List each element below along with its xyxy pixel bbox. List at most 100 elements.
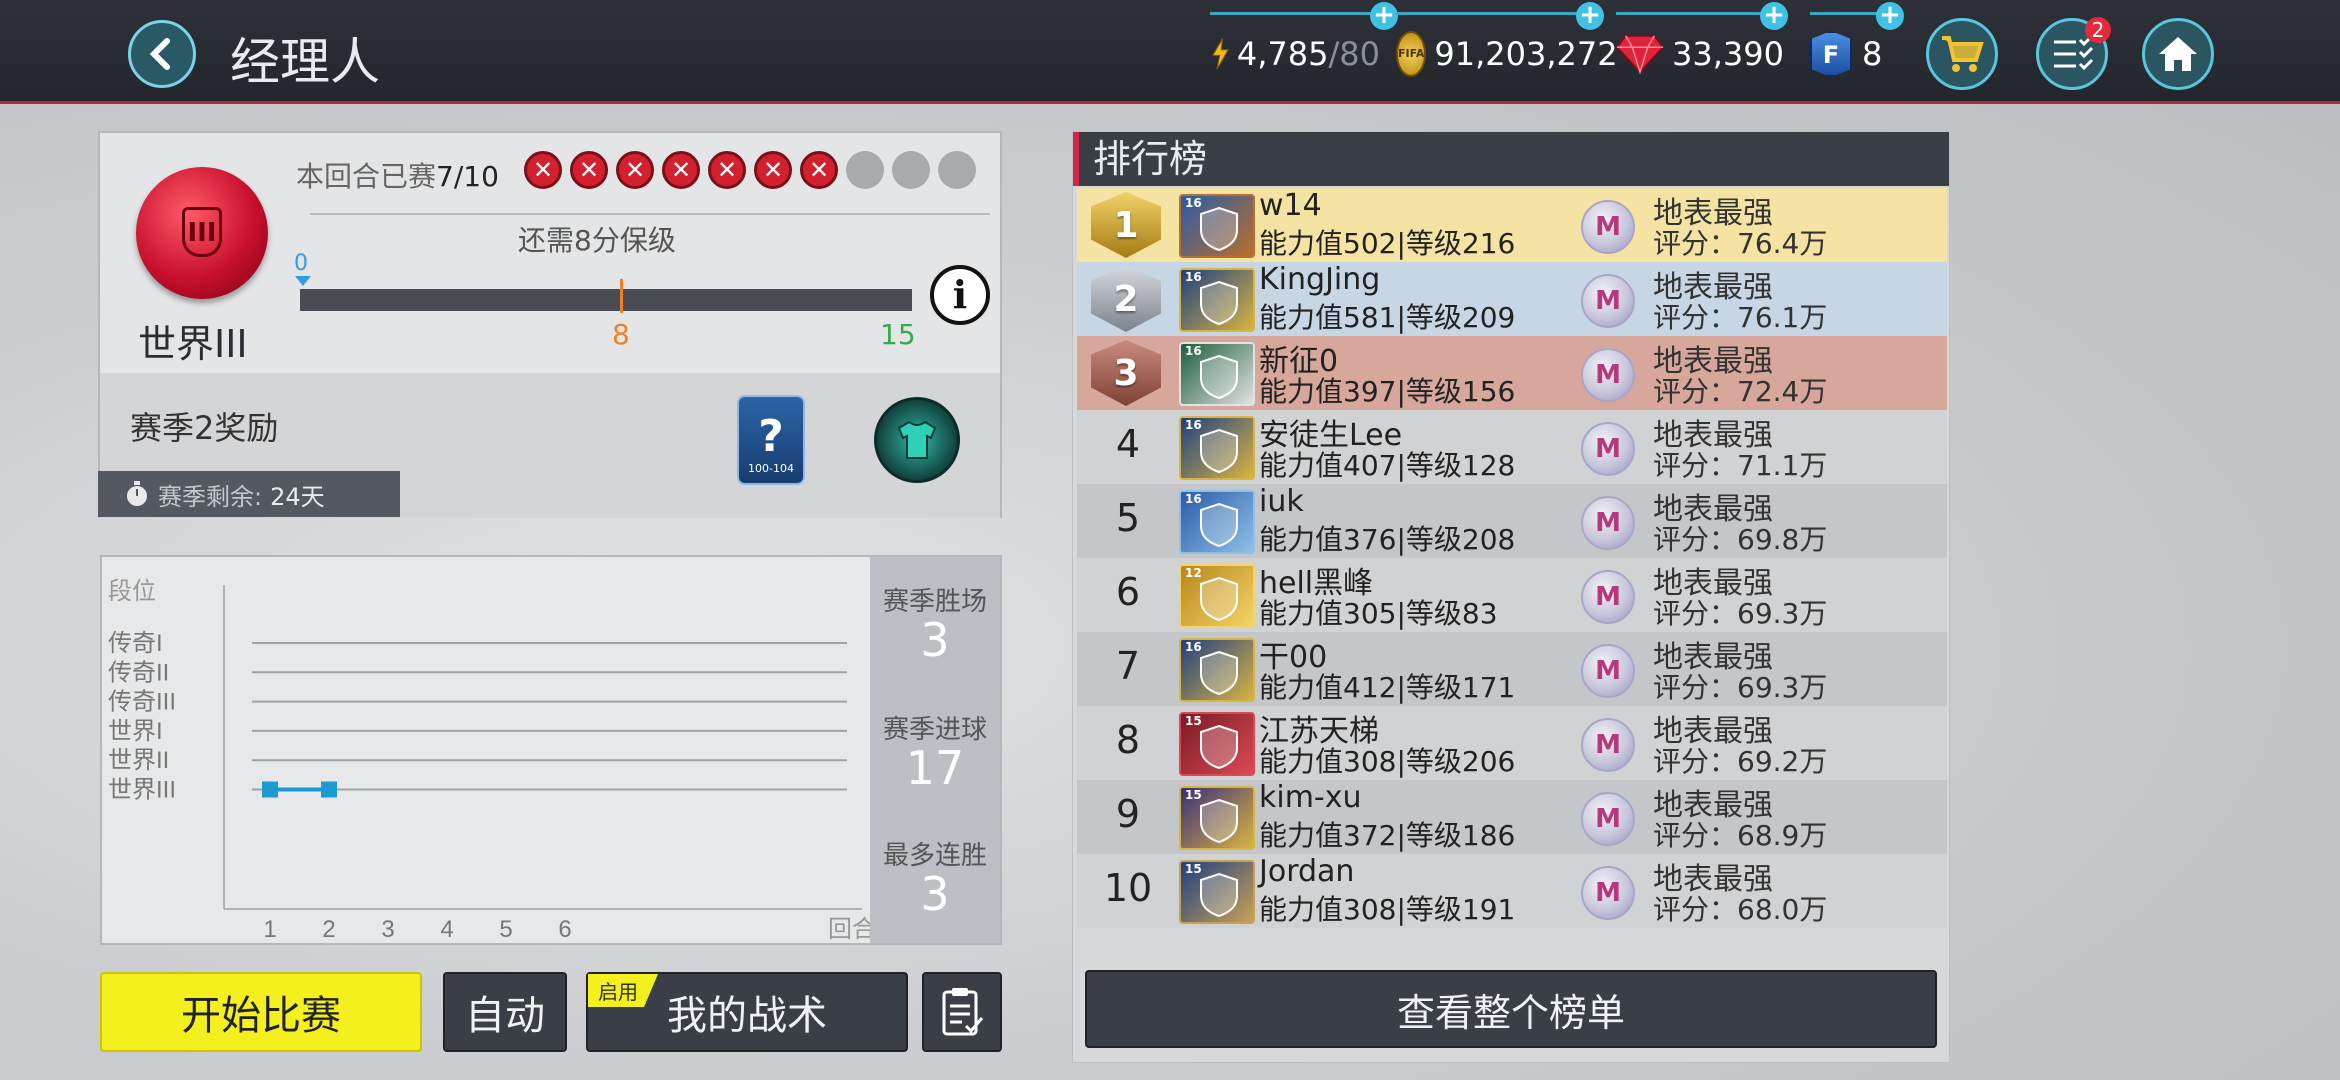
tier-score: 评分：68.9万 <box>1653 819 1828 852</box>
rank-history-chart: 段位 传奇I 传奇II 传奇III 世界I 世界II 世界III 1 2 3 4 5 6 回合 赛季胜场 … <box>100 555 1002 945</box>
leaderboard-panel: 排行榜 1 16 w14 能力值502|等级216 M 地表最强 评分：76.4万 2 16 Ki… <box>1072 131 1950 1063</box>
match-loss-icon: ✕ <box>570 151 608 189</box>
mystery-range: 100-104 <box>748 462 794 475</box>
y-tick-label: 世界I <box>108 718 163 745</box>
leaderboard-row[interactable]: 4 16 安徒生Lee 能力值407|等级128 M 地表最强 评分：71.1万 <box>1077 410 1947 484</box>
back-button[interactable] <box>128 20 196 88</box>
y-tick-label: 世界II <box>108 747 169 774</box>
points-needed: 还需8分保级 <box>518 224 676 257</box>
season-remaining-value: 24天 <box>270 482 325 511</box>
match-pending-icon <box>938 151 976 189</box>
leaderboard-row[interactable]: 1 16 w14 能力值502|等级216 M 地表最强 评分：76.4万 <box>1077 188 1947 262</box>
tier-emblem-icon: M <box>1581 200 1635 254</box>
energy-value: 4,785 <box>1236 35 1329 73</box>
start-match-button[interactable]: 开始比赛 <box>100 972 422 1052</box>
tier-score: 评分：76.1万 <box>1653 301 1828 334</box>
add-coins-button[interactable]: + <box>1576 2 1604 30</box>
clipboard-button[interactable] <box>922 972 1002 1052</box>
store-button[interactable] <box>1926 18 1998 90</box>
division-name: 世界III <box>138 322 248 366</box>
view-full-leaderboard-button[interactable]: 查看整个榜单 <box>1085 970 1937 1048</box>
add-energy-button[interactable]: + <box>1370 2 1398 30</box>
match-pending-icon <box>892 151 930 189</box>
match-loss-icon: ✕ <box>800 151 838 189</box>
player-avatar: 15 <box>1179 860 1255 924</box>
match-loss-icon: ✕ <box>616 151 654 189</box>
leaderboard-row[interactable]: 9 15 kim-xu 能力值372|等级186 M 地表最强 评分：68.9万 <box>1077 780 1947 854</box>
team-crest-icon <box>1200 354 1238 400</box>
player-name: w14 <box>1259 188 1322 223</box>
team-crest-icon <box>1200 502 1238 548</box>
rounds-played: 本回合已赛7/10 <box>296 155 499 195</box>
coin-value: 91,203,272 <box>1434 35 1618 73</box>
info-button[interactable]: i <box>930 265 990 325</box>
add-fifa-points-button[interactable]: + <box>1876 2 1904 30</box>
division-emblem-icon: III <box>182 207 222 257</box>
leaderboard-row[interactable]: 7 16 干00 能力值412|等级171 M 地表最强 评分：69.3万 <box>1077 632 1947 706</box>
gem-icon <box>1616 34 1665 75</box>
played-value: 7/10 <box>436 160 499 193</box>
team-crest-icon <box>1200 650 1238 696</box>
my-tactics-button[interactable]: 启用 我的战术 <box>586 972 908 1052</box>
tier-emblem-icon: M <box>1581 718 1635 772</box>
team-crest-icon <box>1200 798 1238 844</box>
tier-emblem-icon: M <box>1581 570 1635 624</box>
reward-title: 赛季2奖励 <box>130 409 279 447</box>
leaderboard-row[interactable]: 3 16 新征0 能力值397|等级156 M 地表最强 评分：72.4万 <box>1077 336 1947 410</box>
kit-reward[interactable] <box>874 397 960 483</box>
coin-counter: + FIFA 91,203,272 <box>1396 2 1618 78</box>
leaderboard-row[interactable]: 6 12 hell黑峰 能力值305|等级83 M 地表最强 评分：69.3万 <box>1077 558 1947 632</box>
energy-line <box>1210 12 1380 15</box>
tier-score: 评分：69.8万 <box>1653 523 1828 556</box>
checklist-icon <box>2054 34 2094 71</box>
match-loss-icon: ✕ <box>524 151 562 189</box>
rank-number: 7 <box>1115 644 1141 688</box>
season-stats-panel: 赛季胜场 3 赛季进球 17 最多连胜 3 <box>870 557 1000 943</box>
jersey-icon <box>897 420 937 459</box>
player-avatar: 16 <box>1179 268 1255 332</box>
player-stats: 能力值581|等级209 <box>1259 301 1516 334</box>
player-stats: 能力值412|等级171 <box>1259 671 1516 704</box>
rank-number: 2 <box>1113 278 1139 320</box>
division-card: III 世界III 本回合已赛7/10 ✕ ✕ ✕ ✕ ✕ ✕ ✕ 还需8分保级 0 8 1… <box>98 131 1002 518</box>
fifa-points-counter: + F 8 <box>1810 2 1904 78</box>
tier-emblem-icon: M <box>1581 422 1635 476</box>
gem-counter: + 33,390 <box>1616 2 1788 78</box>
auto-button[interactable]: 自动 <box>443 972 567 1052</box>
add-gems-button[interactable]: + <box>1760 2 1788 30</box>
player-avatar: 16 <box>1179 342 1255 406</box>
leaderboard-title: 排行榜 <box>1073 132 1949 186</box>
mystery-player-card[interactable]: ? 100-104 <box>737 395 805 485</box>
home-button[interactable] <box>2142 18 2214 90</box>
x-axis-title: 回合 <box>828 916 872 943</box>
data-point <box>262 781 278 798</box>
player-name: KingJing <box>1259 262 1381 297</box>
info-icon: i <box>952 272 968 317</box>
rank-medal-icon: 1 <box>1091 192 1161 258</box>
progress-bar <box>300 289 912 311</box>
x-tick-label: 2 <box>322 916 335 943</box>
leaderboard-row[interactable]: 2 16 KingJing 能力值581|等级209 M 地表最强 评分：76.1万 <box>1077 262 1947 336</box>
team-crest-icon <box>1200 428 1238 474</box>
match-results: ✕ ✕ ✕ ✕ ✕ ✕ ✕ <box>524 151 976 189</box>
player-stats: 能力值407|等级128 <box>1259 449 1516 482</box>
leaderboard-row[interactable]: 10 15 Jordan 能力值308|等级191 M 地表最强 评分：68.0万 <box>1077 854 1947 928</box>
leaderboard-row[interactable]: 5 16 iuk 能力值376|等级208 M 地表最强 评分：69.8万 <box>1077 484 1947 558</box>
team-crest-icon <box>1200 206 1238 252</box>
player-stats: 能力值397|等级156 <box>1259 375 1516 408</box>
y-tick-label: 传奇III <box>108 689 176 716</box>
chevron-left-icon <box>149 38 170 70</box>
tasks-button[interactable]: 2 <box>2036 17 2111 90</box>
match-loss-icon: ✕ <box>754 151 792 189</box>
player-avatar: 16 <box>1179 490 1255 554</box>
player-stats: 能力值308|等级206 <box>1259 745 1516 778</box>
player-avatar: 12 <box>1179 564 1255 628</box>
rank-number: 6 <box>1115 570 1141 614</box>
tier-emblem-icon: M <box>1581 644 1635 698</box>
data-point <box>321 781 337 798</box>
rank-number: 3 <box>1113 352 1139 394</box>
rank-number: 8 <box>1115 718 1141 762</box>
stopwatch-icon <box>127 481 147 506</box>
leaderboard-row[interactable]: 8 15 江苏天梯 能力值308|等级206 M 地表最强 评分：69.2万 <box>1077 706 1947 780</box>
match-pending-icon <box>846 151 884 189</box>
